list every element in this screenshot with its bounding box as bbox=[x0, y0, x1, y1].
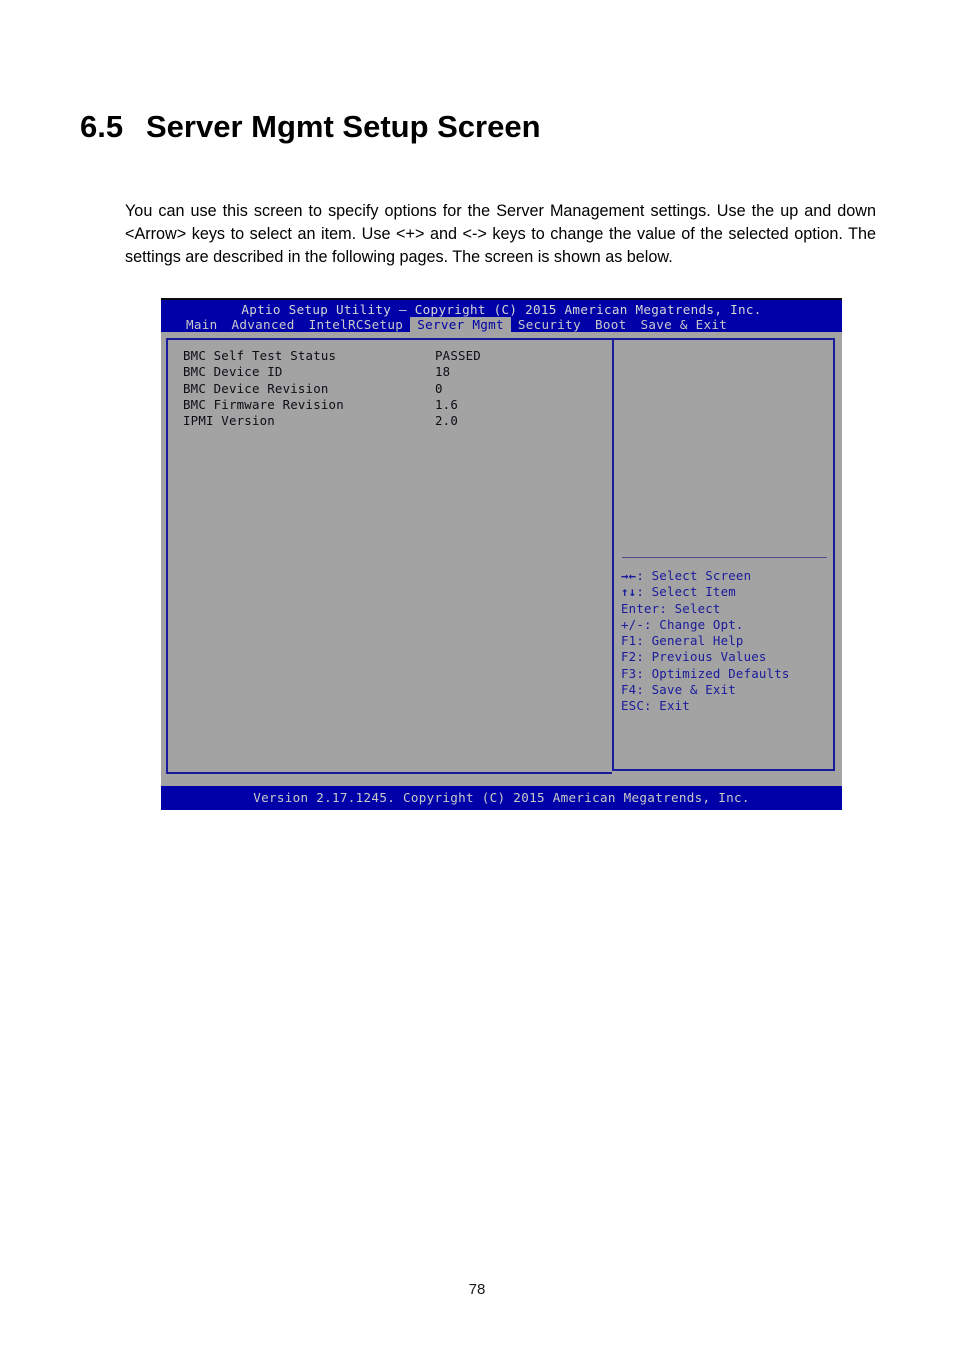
arrow-left-right-icon: →← bbox=[621, 568, 637, 583]
bios-tab-save-and-exit[interactable]: Save & Exit bbox=[633, 317, 734, 332]
legend-key: ESC bbox=[621, 698, 644, 714]
setting-label: IPMI Version bbox=[183, 413, 275, 429]
legend-text: : Select bbox=[659, 600, 721, 616]
setting-label: BMC Firmware Revision bbox=[183, 396, 344, 412]
bios-menu-bar: Main Advanced IntelRCSetup Server Mgmt S… bbox=[179, 317, 734, 332]
setting-value: 18 bbox=[435, 364, 451, 380]
legend-key: F1 bbox=[621, 633, 637, 649]
legend-key: +/- bbox=[621, 616, 644, 632]
legend-key: F4 bbox=[621, 682, 637, 698]
legend-text: : Optimized Defaults bbox=[636, 665, 790, 681]
legend-key: F3 bbox=[621, 665, 637, 681]
setting-label: BMC Device Revision bbox=[183, 380, 329, 396]
setting-row[interactable]: IPMI Version 2.0 bbox=[183, 413, 603, 429]
setting-value: PASSED bbox=[435, 348, 481, 363]
section-number: 6.5 bbox=[80, 108, 124, 144]
legend-row-enter-select: Enter: Select bbox=[621, 601, 829, 617]
bios-tab-main[interactable]: Main bbox=[179, 317, 225, 332]
bios-tab-advanced[interactable]: Advanced bbox=[225, 317, 302, 332]
bios-settings-panel: BMC Self Test Status PASSED BMC Device I… bbox=[166, 338, 612, 774]
legend-text: : Select Screen bbox=[636, 568, 752, 583]
legend-key: F2 bbox=[621, 649, 637, 665]
bios-footer-bar: Version 2.17.1245. Copyright (C) 2015 Am… bbox=[161, 786, 842, 810]
bios-key-legend: →←: Select Screen ↑↓: Select Item Enter:… bbox=[621, 568, 829, 715]
bios-tab-server-mgmt[interactable]: Server Mgmt bbox=[410, 317, 511, 332]
bios-settings-list: BMC Self Test Status PASSED BMC Device I… bbox=[183, 348, 603, 429]
legend-text: : Change Opt. bbox=[643, 616, 744, 632]
legend-row-optimized-defaults: F3: Optimized Defaults bbox=[621, 666, 829, 682]
bios-tab-boot[interactable]: Boot bbox=[588, 317, 634, 332]
setting-row[interactable]: BMC Device ID 18 bbox=[183, 364, 603, 380]
setting-label: BMC Device ID bbox=[183, 364, 283, 380]
legend-row-change-opt: +/-: Change Opt. bbox=[621, 617, 829, 633]
bios-tab-security[interactable]: Security bbox=[511, 317, 588, 332]
legend-text: : Exit bbox=[643, 698, 690, 714]
legend-key: Enter bbox=[621, 600, 660, 616]
legend-text: : General Help bbox=[636, 633, 744, 649]
legend-row-save-and-exit: F4: Save & Exit bbox=[621, 682, 829, 698]
legend-row-previous-values: F2: Previous Values bbox=[621, 649, 829, 665]
bios-title-text: Aptio Setup Utility – Copyright (C) 2015… bbox=[241, 302, 762, 317]
setting-label: BMC Self Test Status bbox=[183, 348, 337, 363]
bios-body: BMC Self Test Status PASSED BMC Device I… bbox=[161, 332, 842, 784]
bios-help-panel: →←: Select Screen ↑↓: Select Item Enter:… bbox=[612, 338, 835, 771]
bios-title-bar: Aptio Setup Utility – Copyright (C) 2015… bbox=[161, 300, 842, 332]
bios-setup-screenshot: Aptio Setup Utility – Copyright (C) 2015… bbox=[161, 298, 842, 810]
legend-row-general-help: F1: General Help bbox=[621, 633, 829, 649]
legend-text: : Select Item bbox=[636, 584, 736, 600]
legend-text: : Save & Exit bbox=[636, 682, 736, 698]
setting-value: 0 bbox=[435, 380, 443, 396]
setting-value: 1.6 bbox=[435, 396, 458, 412]
setting-row[interactable]: BMC Self Test Status PASSED bbox=[183, 348, 603, 364]
intro-paragraph: You can use this screen to specify optio… bbox=[125, 202, 876, 267]
setting-row[interactable]: BMC Firmware Revision 1.6 bbox=[183, 397, 603, 413]
page-title: 6.5 Server Mgmt Setup Screen bbox=[80, 109, 880, 145]
section-title-text: Server Mgmt Setup Screen bbox=[146, 108, 541, 144]
page-number: 78 bbox=[468, 1281, 486, 1298]
legend-row-exit: ESC: Exit bbox=[621, 698, 829, 714]
bios-tab-intelrcsetup[interactable]: IntelRCSetup bbox=[302, 317, 411, 332]
setting-row[interactable]: BMC Device Revision 0 bbox=[183, 381, 603, 397]
arrow-up-down-icon: ↑↓ bbox=[621, 584, 637, 600]
help-panel-divider bbox=[622, 557, 827, 558]
setting-value: 2.0 bbox=[435, 413, 458, 429]
legend-text: : Previous Values bbox=[636, 649, 767, 665]
legend-row-select-screen: →←: Select Screen bbox=[621, 568, 829, 584]
legend-row-select-item: ↑↓: Select Item bbox=[621, 584, 829, 600]
